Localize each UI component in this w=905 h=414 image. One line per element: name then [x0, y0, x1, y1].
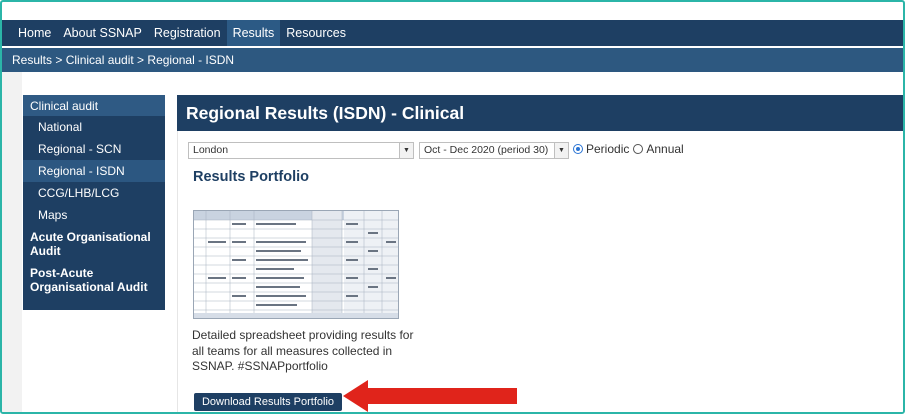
screenshot-frame: Home About SSNAP Registration Results Re… — [0, 0, 905, 414]
period-type-radio-group: Periodic Annual — [573, 142, 684, 156]
sidebar-item-maps[interactable]: Maps — [23, 204, 165, 226]
nav-home[interactable]: Home — [12, 20, 57, 46]
dropdown-arrow-icon: ▼ — [554, 143, 568, 158]
nav-about-ssnap[interactable]: About SSNAP — [57, 20, 148, 46]
top-navigation: Home About SSNAP Registration Results Re… — [2, 20, 903, 46]
dropdown-arrow-icon: ▼ — [399, 143, 413, 158]
red-arrow-icon — [343, 380, 517, 412]
spreadsheet-thumbnail[interactable] — [193, 210, 399, 319]
left-gutter — [2, 72, 22, 412]
period-select[interactable]: Oct - Dec 2020 (period 30) ▼ — [419, 142, 569, 159]
sidebar-head-clinical-audit[interactable]: Clinical audit — [23, 95, 165, 116]
period-select-value: Oct - Dec 2020 (period 30) — [424, 144, 549, 156]
download-results-portfolio-button[interactable]: Download Results Portfolio — [194, 393, 342, 411]
region-select-value: London — [193, 144, 229, 156]
region-select[interactable]: London ▼ — [188, 142, 414, 159]
results-portfolio-heading: Results Portfolio — [193, 169, 310, 185]
portfolio-description: Detailed spreadsheet providing results f… — [192, 328, 414, 373]
sidebar-item-acute-organisational-audit[interactable]: Acute Organisational Audit — [23, 226, 165, 262]
radio-annual[interactable] — [633, 144, 644, 154]
breadcrumb: Results > Clinical audit > Regional - IS… — [2, 48, 903, 72]
nav-results[interactable]: Results — [226, 20, 281, 46]
sidebar-item-post-acute-organisational-audit[interactable]: Post-Acute Organisational Audit — [23, 262, 165, 298]
radio-periodic-label: Periodic — [586, 142, 630, 156]
nav-resources[interactable]: Resources — [280, 20, 352, 46]
sidebar: Clinical audit National Regional - SCN R… — [23, 95, 165, 310]
radio-annual-label: Annual — [646, 142, 684, 156]
sidebar-item-regional-isdn[interactable]: Regional - ISDN — [23, 160, 165, 182]
nav-registration[interactable]: Registration — [148, 20, 227, 46]
radio-periodic[interactable] — [573, 144, 583, 154]
sidebar-item-national[interactable]: National — [23, 116, 165, 138]
spreadsheet-thumbnail-image — [194, 211, 398, 318]
sidebar-item-ccg-lhb-lcg[interactable]: CCG/LHB/LCG — [23, 182, 165, 204]
page-title: Regional Results (ISDN) - Clinical — [177, 95, 903, 131]
sidebar-item-regional-scn[interactable]: Regional - SCN — [23, 138, 165, 160]
